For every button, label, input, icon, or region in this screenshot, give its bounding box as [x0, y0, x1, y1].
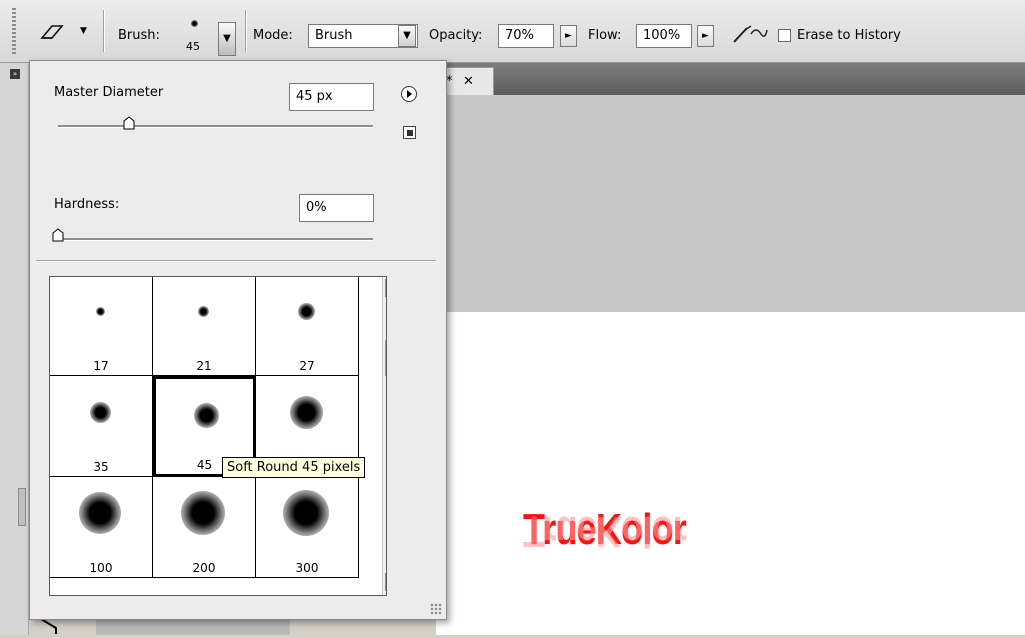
- preset-scrollbar[interactable]: ▲ ▼: [382, 277, 386, 595]
- brush-preset-size-label: 100: [89, 561, 113, 575]
- flow-label: Flow:: [588, 28, 622, 43]
- scroll-down-button[interactable]: ▼: [385, 573, 386, 591]
- flyout-menu-icon[interactable]: [401, 86, 417, 102]
- master-diameter-value: 45 px: [296, 89, 333, 104]
- brush-preset-27[interactable]: 27: [256, 277, 359, 376]
- erase-to-history-checkbox[interactable]: [778, 29, 791, 42]
- picker-divider: [36, 260, 436, 262]
- scroll-up-button[interactable]: ▲: [385, 279, 386, 297]
- hardness-input[interactable]: 0%: [299, 194, 374, 222]
- panel-scroll-handle[interactable]: [18, 488, 26, 526]
- brush-tip-icon: [191, 20, 198, 27]
- brush-preset-size-label: 35: [93, 460, 109, 474]
- close-icon[interactable]: ✕: [463, 74, 474, 89]
- airbrush-icon[interactable]: [731, 22, 769, 46]
- tool-preset-dropdown-icon[interactable]: ▼: [80, 26, 87, 36]
- brush-preset-35[interactable]: 35: [50, 376, 153, 477]
- brush-tip-preview-icon: [289, 395, 323, 429]
- options-bar: ▼ Brush: 45 ▼ Mode: Brush ▼ Opacity: 70%…: [0, 0, 1025, 63]
- brush-preset-size-label: 27: [299, 359, 315, 373]
- brush-size-label: 45: [186, 40, 200, 53]
- opacity-input[interactable]: 70%: [498, 24, 554, 48]
- brush-tip-preview-icon: [197, 305, 209, 317]
- brush-preset-size-label: 21: [196, 359, 212, 373]
- toolbar-grip[interactable]: [12, 8, 16, 54]
- brush-preset-grid: 172127354565100200300 ▲ ▼: [49, 276, 387, 596]
- hardness-slider-thumb[interactable]: [52, 228, 64, 242]
- eraser-icon[interactable]: [38, 22, 68, 44]
- brush-tip-preview-icon: [79, 492, 121, 534]
- scroll-thumb[interactable]: [385, 340, 386, 376]
- new-preset-icon[interactable]: [403, 126, 416, 139]
- brush-preset-200[interactable]: 200: [153, 477, 256, 578]
- mode-dropdown-button[interactable]: ▼: [398, 25, 416, 47]
- truekolor-logo-reflection: TrueKolor: [523, 507, 687, 556]
- brush-preview-button[interactable]: 45: [182, 12, 208, 56]
- master-diameter-slider-thumb[interactable]: [123, 116, 135, 130]
- opacity-label: Opacity:: [429, 28, 483, 43]
- expand-panel-icon[interactable]: »: [10, 69, 20, 79]
- brush-preset-size-label: 300: [295, 561, 319, 575]
- hardness-slider-track[interactable]: [58, 238, 373, 241]
- mode-label: Mode:: [253, 28, 293, 43]
- flow-value: 100%: [643, 28, 681, 43]
- brush-tip-preview-icon: [95, 306, 105, 316]
- brush-preset-300[interactable]: 300: [256, 477, 359, 578]
- brush-tip-preview-icon: [181, 491, 225, 535]
- document-tab[interactable]: * ✕: [440, 67, 494, 95]
- opacity-value: 70%: [505, 28, 534, 43]
- brush-tip-preview-icon: [89, 401, 111, 423]
- canvas-background: [436, 95, 1025, 312]
- document-canvas[interactable]: [436, 312, 1025, 635]
- brush-preset-size-label: 17: [93, 359, 109, 373]
- hardness-label: Hardness:: [54, 197, 120, 212]
- brush-picker-dropdown[interactable]: ▼: [218, 22, 236, 56]
- brush-preset-picker: Master Diameter 45 px Hardness: 0% 17 21 2…: [29, 60, 447, 620]
- brush-preset-size-label: 200: [192, 561, 216, 575]
- brush-preset-17[interactable]: 17: [50, 277, 153, 376]
- tools-panel-strip: »: [0, 63, 29, 635]
- brush-tip-preview-icon: [283, 490, 329, 536]
- flow-input[interactable]: 100%: [636, 24, 692, 48]
- hardness-value: 0%: [306, 200, 327, 215]
- brush-tooltip: Soft Round 45 pixels: [222, 457, 366, 478]
- brush-tip-preview-icon: [193, 402, 219, 428]
- mode-value: Brush: [315, 28, 353, 43]
- master-diameter-slider-track[interactable]: [58, 125, 373, 128]
- master-diameter-label: Master Diameter: [54, 85, 164, 100]
- brush-label: Brush:: [118, 28, 160, 43]
- brush-preset-100[interactable]: 100: [50, 477, 153, 578]
- erase-to-history-label[interactable]: Erase to History: [797, 28, 901, 43]
- resize-grip[interactable]: [430, 603, 442, 615]
- master-diameter-input[interactable]: 45 px: [289, 83, 374, 111]
- opacity-slider-button[interactable]: ►: [560, 25, 577, 47]
- flow-slider-button[interactable]: ►: [697, 25, 714, 47]
- document-tab-bar: * ✕: [440, 63, 1025, 95]
- brush-tip-preview-icon: [297, 302, 315, 320]
- brush-preset-21[interactable]: 21: [153, 277, 256, 376]
